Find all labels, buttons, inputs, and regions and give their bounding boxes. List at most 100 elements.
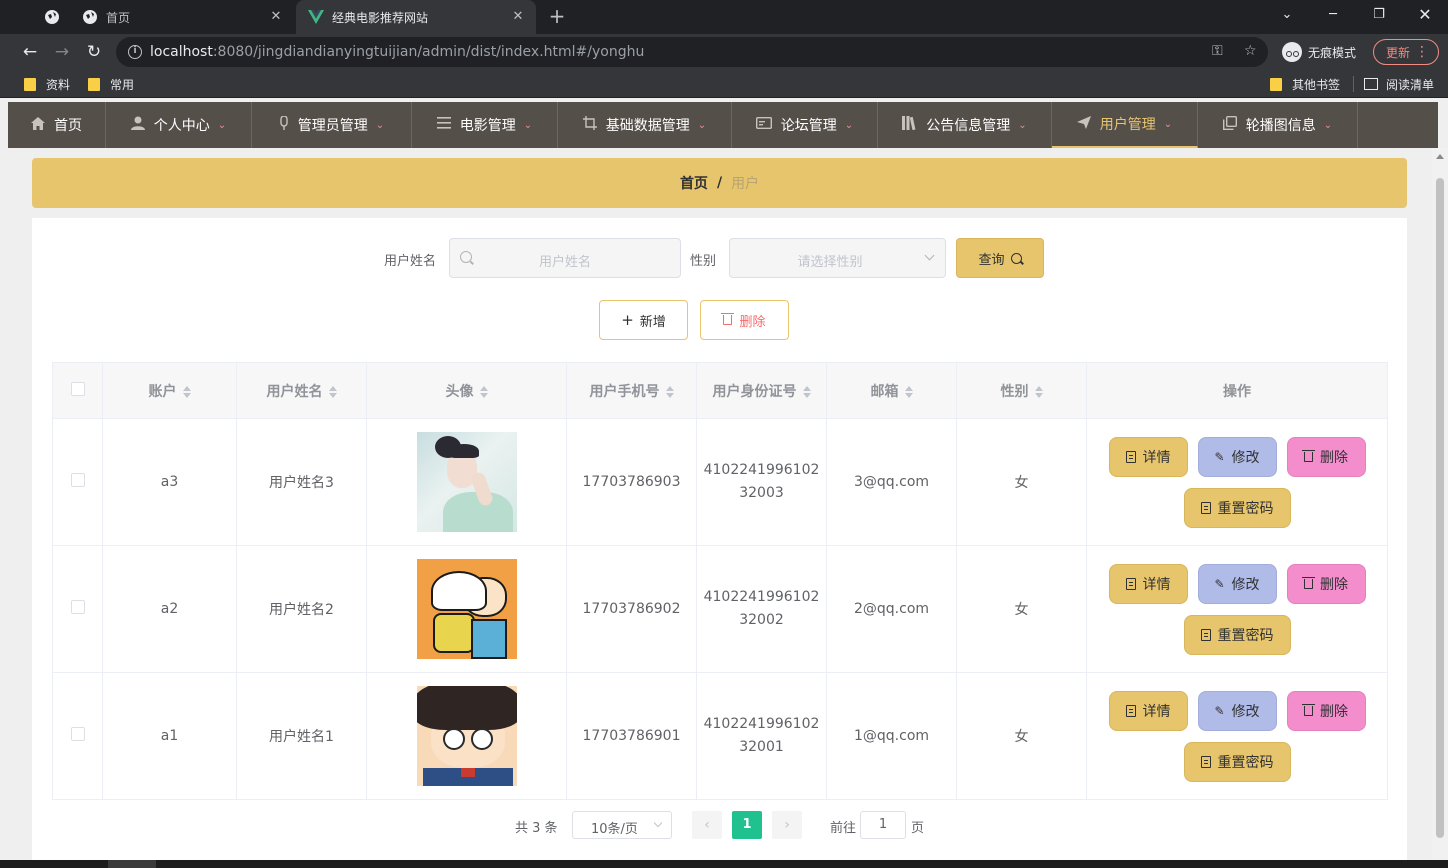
key-icon[interactable]: ⚿ <box>1212 43 1223 59</box>
goto-page-input[interactable]: 1 <box>860 811 906 839</box>
column-header-phone[interactable]: 用户手机号 <box>566 362 697 419</box>
sort-icon[interactable] <box>665 385 674 398</box>
breadcrumb-separator: / <box>716 175 723 191</box>
bookmark-folder-ziliao[interactable]: 资料 <box>24 76 70 92</box>
reading-list[interactable]: 阅读清单 <box>1364 76 1434 92</box>
edit-button[interactable]: ✎ 修改 <box>1197 436 1277 477</box>
delete-button[interactable]: 删除 <box>1286 563 1366 604</box>
page-number-current[interactable]: 1 <box>732 811 762 839</box>
update-button[interactable]: 更新 ⋮ <box>1373 39 1439 65</box>
avatar[interactable] <box>416 686 517 786</box>
row-checkbox[interactable] <box>70 600 85 614</box>
chevron-down-icon: ⌄ <box>844 119 854 131</box>
minimize-icon[interactable]: ─ <box>1310 0 1356 30</box>
delete-button[interactable]: 删除 <box>1286 690 1366 731</box>
nav-item-admin[interactable]: 管理员管理 ⌄ <box>252 102 412 148</box>
bookmark-folder-changyong[interactable]: 常用 <box>88 76 134 92</box>
sort-icon[interactable] <box>802 385 811 398</box>
scrollbar-thumb[interactable] <box>1436 178 1444 838</box>
column-header-name[interactable]: 用户姓名 <box>236 362 367 419</box>
name-cell: 用户姓名2 <box>236 545 367 673</box>
edit-button[interactable]: ✎ 修改 <box>1197 563 1277 604</box>
row-checkbox[interactable] <box>70 727 85 741</box>
reset-password-button[interactable]: 重置密码 <box>1183 487 1291 528</box>
nav-item-basic-data[interactable]: 基础数据管理 ⌄ <box>558 102 732 148</box>
breadcrumb-home[interactable]: 首页 <box>680 173 708 193</box>
nav-item-carousel[interactable]: 轮播图信息 ⌄ <box>1198 102 1358 148</box>
reset-password-button[interactable]: 重置密码 <box>1183 741 1291 782</box>
scroll-up-icon[interactable] <box>1436 154 1444 159</box>
sort-icon[interactable] <box>328 385 337 398</box>
tab-search-icon[interactable]: ⌄ <box>1264 0 1310 30</box>
column-header-email[interactable]: 邮箱 <box>826 362 957 419</box>
page-size-select[interactable]: 10条/页 <box>572 811 672 839</box>
column-header-label: 头像 <box>445 383 474 400</box>
close-tab-icon[interactable]: ✕ <box>510 9 526 25</box>
edit-label: 修改 <box>1231 576 1260 593</box>
next-page-button[interactable]: › <box>772 811 802 839</box>
site-info-icon[interactable]: i <box>128 45 142 59</box>
column-header-gender[interactable]: 性别 <box>956 362 1087 419</box>
select-all-checkbox[interactable] <box>70 381 85 396</box>
tab-title: 经典电影推荐网站 <box>332 10 429 25</box>
nav-item-forum[interactable]: 论坛管理 ⌄ <box>732 102 878 148</box>
avatar-cell <box>366 545 567 673</box>
nav-item-movies[interactable]: 电影管理 ⌄ <box>412 102 558 148</box>
incognito-badge[interactable]: 无痕模式 <box>1278 39 1368 65</box>
browser-tab-home[interactable]: 首页 ✕ <box>16 0 294 34</box>
new-tab-icon[interactable]: + <box>546 6 568 28</box>
page-scrollbar[interactable] <box>1432 148 1448 860</box>
nav-label: 首页 <box>54 118 82 134</box>
delete-button[interactable]: 删除 <box>1286 436 1366 477</box>
restore-icon[interactable]: ❐ <box>1356 0 1402 30</box>
user-icon <box>130 116 145 134</box>
forward-icon[interactable]: → <box>50 40 74 64</box>
nav-item-home[interactable]: 首页 <box>8 102 106 148</box>
more-menu-icon[interactable]: ⋮ <box>1415 43 1429 61</box>
gender-select[interactable]: 请选择性别 <box>729 238 946 278</box>
name-search-input[interactable]: 用户姓名 <box>449 238 681 278</box>
nav-item-notices[interactable]: 公告信息管理 ⌄ <box>878 102 1052 148</box>
column-header-account[interactable]: 账户 <box>102 362 237 419</box>
id-number-cell: 4102241996102 32001 <box>696 672 827 800</box>
column-header-avatar[interactable]: 头像 <box>366 362 567 419</box>
breadcrumb: 首页 / 用户 <box>32 158 1407 208</box>
sort-icon[interactable] <box>1034 385 1043 398</box>
column-header-id-number[interactable]: 用户身份证号 <box>696 362 827 419</box>
close-window-icon[interactable]: ✕ <box>1402 0 1448 30</box>
home-icon <box>31 116 45 134</box>
detail-button[interactable]: 详情 <box>1108 690 1188 731</box>
query-button[interactable]: 查询 <box>956 238 1044 278</box>
row-checkbox[interactable] <box>70 473 85 487</box>
taskbar-item[interactable] <box>108 860 156 868</box>
batch-delete-button[interactable]: 删除 <box>700 300 789 340</box>
add-button[interactable]: + 新增 <box>599 300 688 340</box>
close-tab-icon[interactable]: ✕ <box>268 9 284 25</box>
address-bar[interactable]: i localhost:8080/jingdiandianyingtuijian… <box>116 37 1268 67</box>
sort-icon[interactable] <box>904 385 913 398</box>
sort-icon[interactable] <box>479 385 488 398</box>
back-icon[interactable]: ← <box>18 40 42 64</box>
table-row: a1 用户姓名1 17703786901 4102241996102 32001 … <box>52 672 1388 800</box>
nav-item-profile[interactable]: 个人中心 ⌄ <box>106 102 252 148</box>
detail-button[interactable]: 详情 <box>1108 436 1188 477</box>
name-cell: 用户姓名3 <box>236 418 367 546</box>
reset-password-button[interactable]: 重置密码 <box>1183 614 1291 655</box>
sort-icon[interactable] <box>182 385 191 398</box>
incognito-label: 无痕模式 <box>1308 45 1357 60</box>
nav-item-users[interactable]: 用户管理 ⌄ <box>1052 102 1198 148</box>
avatar[interactable] <box>416 432 517 532</box>
copy-icon <box>1222 115 1237 134</box>
query-label: 查询 <box>978 252 1005 268</box>
avatar[interactable] <box>416 559 517 659</box>
browser-tab-active[interactable]: 经典电影推荐网站 ✕ <box>296 0 536 34</box>
bookmark-label: 常用 <box>110 77 135 92</box>
bookmark-star-icon[interactable]: ☆ <box>1244 43 1257 59</box>
edit-button[interactable]: ✎ 修改 <box>1197 690 1277 731</box>
detail-button[interactable]: 详情 <box>1108 563 1188 604</box>
reload-icon[interactable]: ↻ <box>82 40 106 64</box>
other-bookmarks[interactable]: 其他书签 <box>1270 76 1340 92</box>
column-header-label: 用户手机号 <box>589 383 660 400</box>
globe-icon <box>44 9 60 25</box>
prev-page-button[interactable]: ‹ <box>692 811 722 839</box>
